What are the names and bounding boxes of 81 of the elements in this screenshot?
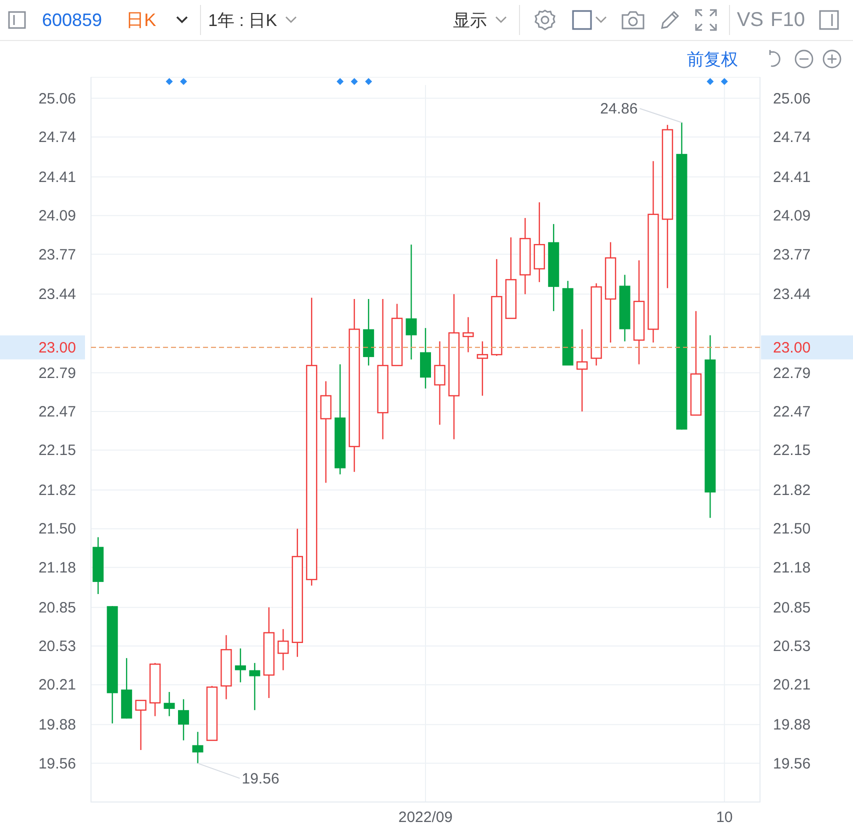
axis-label: 23.77	[38, 246, 76, 264]
axis-label: 22.79	[773, 364, 811, 382]
axis-label: 25.06	[38, 90, 76, 108]
chevron-icon	[285, 16, 298, 24]
candle	[249, 662, 260, 710]
axis-label: 22.47	[773, 403, 811, 420]
candle	[178, 699, 190, 740]
candle	[391, 304, 403, 366]
axis-label: 21.50	[773, 520, 811, 538]
axis-label: 19.56	[773, 755, 811, 772]
axis-label: 24.09	[38, 208, 76, 225]
axis-label: 19.88	[773, 716, 811, 734]
axis-label: 20.53	[38, 638, 76, 656]
candle	[135, 700, 146, 750]
zoom-out-icon[interactable]	[794, 49, 814, 69]
square-icon	[572, 10, 592, 30]
axis-label: 22.79	[38, 364, 76, 382]
chevron-icon	[494, 16, 507, 24]
axis-label: 20.21	[38, 676, 76, 694]
candle	[121, 658, 132, 719]
price-label: 23.00	[38, 339, 76, 356]
axis-label: 2022/09	[398, 809, 453, 826]
axis-label: 19.88	[38, 716, 76, 734]
axis-label: 22.15	[773, 442, 811, 460]
box-dropdown[interactable]	[572, 10, 607, 30]
candle	[234, 648, 246, 682]
axis-label: 22.47	[38, 403, 76, 420]
candle	[619, 274, 630, 342]
f10-button[interactable]: F10	[770, 8, 805, 32]
zoom-in-icon[interactable]	[822, 49, 842, 69]
candle	[363, 299, 374, 366]
axis-label: 21.50	[38, 520, 76, 538]
axis-label: 23.77	[773, 246, 811, 264]
leader-line	[197, 762, 240, 779]
high-price-label: 24.86	[600, 100, 638, 118]
axis-label: 21.18	[773, 559, 811, 576]
candle	[462, 317, 474, 352]
candle	[92, 537, 104, 594]
axis-label: 19.56	[38, 755, 76, 772]
axis-label: 20.21	[773, 676, 811, 694]
axis-label: 21.18	[38, 559, 76, 576]
period-dropdown[interactable]: 日K	[126, 8, 188, 32]
camera-icon[interactable]	[620, 10, 645, 30]
axis-label: 21.82	[38, 482, 76, 500]
candle	[278, 629, 289, 670]
settings-icon[interactable]	[534, 9, 556, 31]
vs-button[interactable]: VS	[736, 8, 764, 32]
axis-label: 24.74	[773, 129, 811, 146]
axis-label: 10	[716, 809, 733, 826]
candle	[149, 662, 161, 716]
expand-icon[interactable]	[694, 9, 717, 31]
range-dropdown[interactable]: 1年 : 日K	[208, 8, 298, 32]
chevron-icon	[176, 16, 188, 24]
axis-label: 24.41	[38, 168, 76, 186]
pencil-icon[interactable]	[658, 9, 681, 31]
axis-label: 23.44	[773, 286, 811, 304]
axis-label: 21.82	[773, 482, 811, 500]
display-dropdown[interactable]: 显示	[452, 8, 507, 32]
candle	[220, 635, 232, 700]
axis-label: 23.44	[38, 286, 76, 304]
candle	[420, 328, 431, 388]
axis-label: 20.53	[773, 638, 811, 656]
sidebar-icon[interactable]	[8, 11, 26, 29]
candle	[192, 732, 204, 764]
candle	[476, 341, 488, 396]
axis-label: 24.41	[773, 168, 811, 186]
chevron-icon	[594, 16, 607, 24]
axis-label: 22.15	[38, 442, 76, 460]
candle	[164, 692, 175, 716]
adjust-button[interactable]: 前复权	[687, 48, 738, 70]
axis-label: 24.09	[773, 208, 811, 225]
panel-icon[interactable]	[819, 10, 839, 30]
price-label: 23.00	[773, 339, 811, 356]
axis-label: 20.85	[773, 599, 811, 616]
stock-code[interactable]: 600859	[42, 10, 102, 30]
leader-line	[639, 108, 682, 123]
axis-label: 24.74	[38, 129, 76, 146]
candle	[206, 686, 218, 741]
axis-label: 20.85	[38, 599, 76, 616]
axis-label: 25.06	[773, 90, 811, 108]
low-price-label: 19.56	[242, 770, 280, 788]
